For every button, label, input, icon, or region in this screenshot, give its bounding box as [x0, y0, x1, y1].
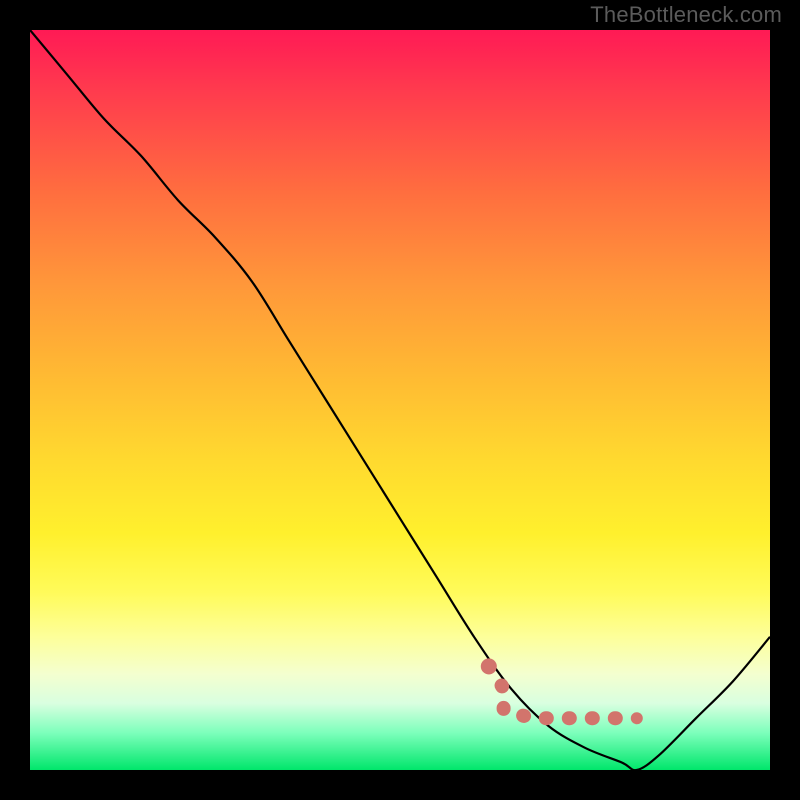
chart-svg [30, 30, 770, 770]
highlight-markers [481, 658, 643, 724]
plot-area [30, 30, 770, 770]
highlight-polyline [489, 666, 637, 718]
highlight-dot [631, 712, 643, 724]
watermark-text: TheBottleneck.com [590, 2, 782, 28]
main-curve-path [30, 30, 770, 770]
highlight-dot [481, 658, 497, 674]
chart-frame: TheBottleneck.com [0, 0, 800, 800]
